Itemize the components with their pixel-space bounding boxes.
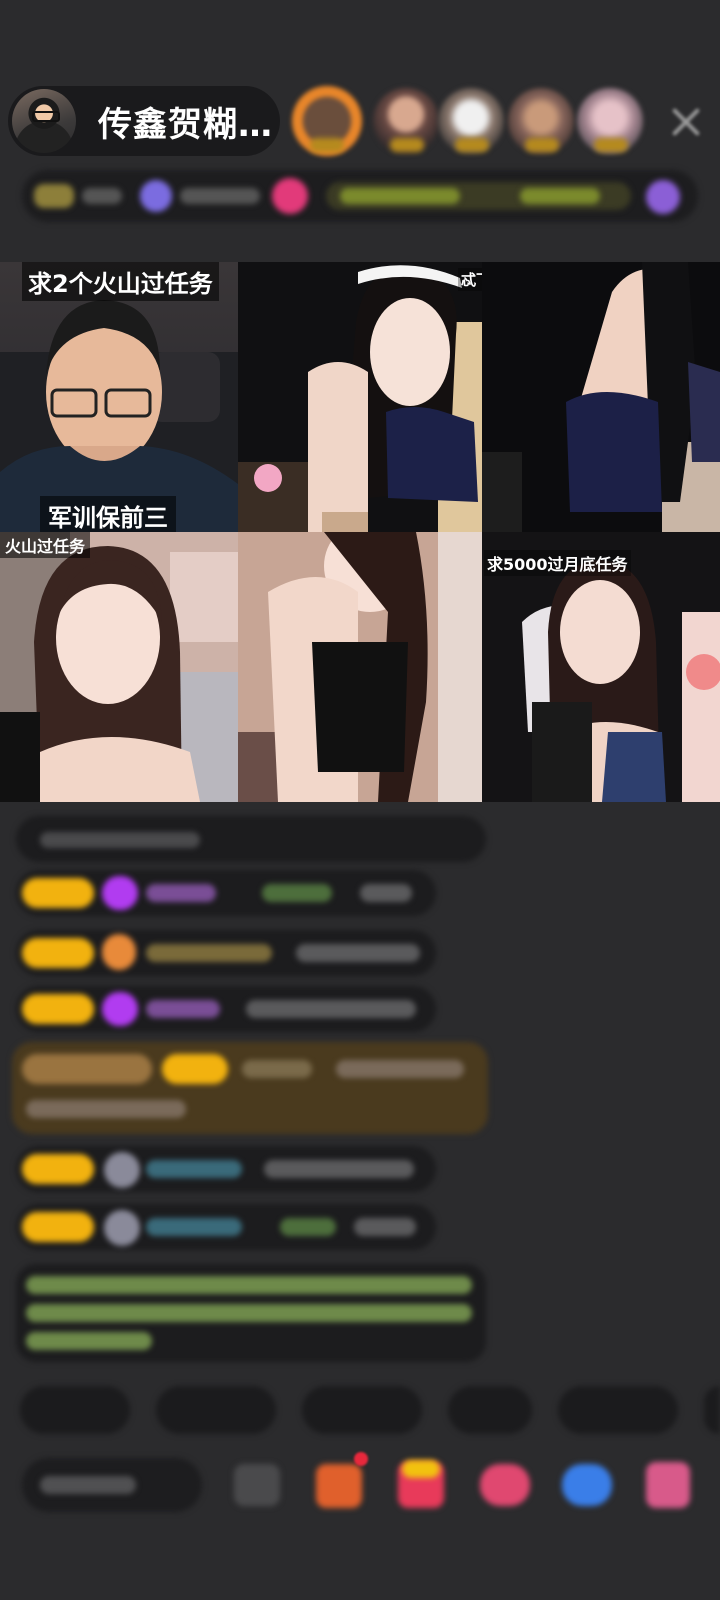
- chat-input-placeholder: [40, 1476, 136, 1494]
- gift-bow: [402, 1460, 440, 1478]
- chat-username: [146, 944, 272, 962]
- chat-icon[interactable]: [234, 1464, 280, 1506]
- level-badge: [22, 1154, 94, 1184]
- notification-dot: [354, 1452, 368, 1466]
- video-tile[interactable]: 求2个火山过任务 军训保前三: [0, 262, 238, 532]
- system-text: [26, 1332, 152, 1350]
- avatar: [104, 1152, 140, 1188]
- tile-caption: 求5000过月底任务: [484, 550, 631, 576]
- info-text: [180, 188, 260, 204]
- chat-text: [360, 884, 412, 902]
- video-tile[interactable]: [482, 262, 720, 532]
- quick-reply-chip[interactable]: [448, 1386, 532, 1434]
- chat-username: [146, 1160, 242, 1178]
- video-tile[interactable]: 火山过任务: [0, 532, 238, 802]
- viewer-badge: [455, 138, 489, 152]
- chat-username: [146, 1218, 242, 1236]
- viewer-badge: [525, 138, 559, 152]
- viewer-badge: [594, 138, 628, 152]
- video-tile[interactable]: [238, 532, 482, 802]
- tile-sub-caption: 军训保前三: [40, 496, 176, 532]
- level-badge: [22, 878, 94, 908]
- viewer-badge: [390, 138, 424, 152]
- host-name: 传鑫贺糊…: [98, 104, 273, 145]
- promo-text: [520, 188, 600, 204]
- chat-username: [146, 1000, 220, 1018]
- gem-icon: [102, 992, 138, 1026]
- more-icon[interactable]: [646, 1462, 690, 1508]
- avatar: [104, 1210, 140, 1246]
- tile-image: [238, 262, 482, 532]
- video-tile[interactable]: 忒下: [238, 262, 482, 532]
- chat-username: [280, 1218, 336, 1236]
- video-grid: 求2个火山过任务 军训保前三 忒下: [0, 262, 720, 802]
- chat-text: [40, 832, 200, 848]
- chat-text: [264, 1160, 414, 1178]
- chat-username: [262, 884, 332, 902]
- rank-badge: [34, 184, 74, 208]
- promo-text: [340, 188, 460, 204]
- tile-image: [0, 300, 238, 532]
- vip-badge: [22, 1054, 152, 1084]
- viewer-badge: [310, 138, 344, 152]
- level-badge: [22, 1212, 94, 1242]
- quick-reply-chip[interactable]: [704, 1386, 720, 1434]
- chat-text: [246, 1000, 416, 1018]
- video-tile[interactable]: 求5000过月底任务: [482, 532, 720, 802]
- quick-reply-chip[interactable]: [156, 1386, 276, 1434]
- activity-icon[interactable]: [646, 180, 680, 214]
- host-info[interactable]: 传鑫贺糊…: [8, 86, 280, 156]
- game-icon[interactable]: [562, 1464, 612, 1506]
- tile-image: [0, 532, 238, 802]
- chat-username: [242, 1060, 312, 1078]
- heart-icon[interactable]: [480, 1464, 530, 1506]
- level-badge: [22, 938, 94, 968]
- quick-reply-chip[interactable]: [558, 1386, 678, 1434]
- gem-icon: [102, 876, 138, 910]
- host-avatar[interactable]: [12, 89, 76, 153]
- close-icon[interactable]: [668, 104, 704, 140]
- gift-icon[interactable]: [272, 178, 308, 214]
- tile-image: [482, 262, 720, 532]
- system-text: [26, 1276, 472, 1294]
- tile-caption: 火山过任务: [0, 532, 91, 558]
- info-text: [82, 188, 122, 204]
- gift-box-icon[interactable]: [316, 1464, 362, 1508]
- tile-image: [238, 532, 482, 802]
- tile-caption: 忒下: [458, 268, 482, 291]
- chat-text: [336, 1060, 464, 1078]
- chat-text: [354, 1218, 416, 1236]
- level-badge: [162, 1054, 228, 1084]
- tile-caption: 求2个火山过任务: [22, 262, 219, 301]
- chat-text: [26, 1100, 186, 1118]
- quick-reply-chip[interactable]: [302, 1386, 422, 1434]
- level-badge: [22, 994, 94, 1024]
- gem-icon: [140, 180, 172, 212]
- fan-icon: [102, 934, 136, 970]
- chat-username: [146, 884, 216, 902]
- system-text: [26, 1304, 472, 1322]
- chat-text: [296, 944, 420, 962]
- quick-reply-chip[interactable]: [20, 1386, 130, 1434]
